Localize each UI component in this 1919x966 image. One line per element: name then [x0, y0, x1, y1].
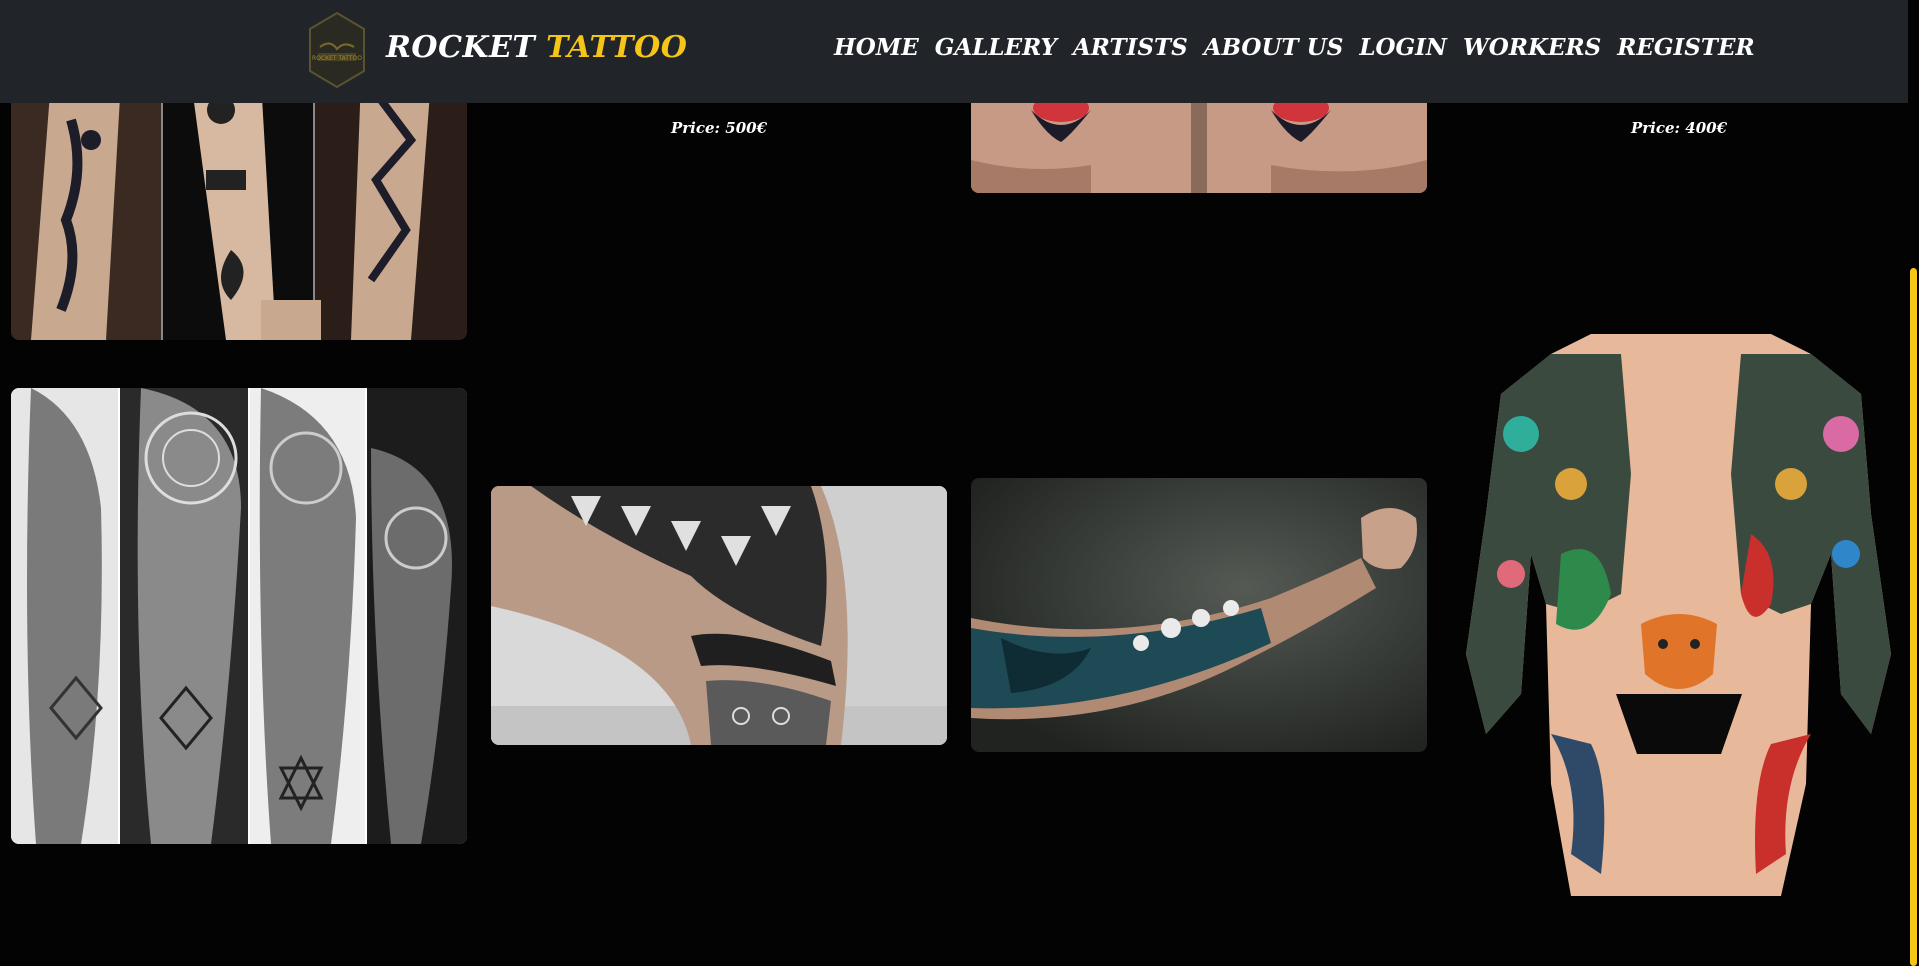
gallery-image-card[interactable]: [11, 80, 467, 340]
svg-text:ROCKET TATTOO: ROCKET TATTOO: [312, 55, 362, 62]
nav-about-us[interactable]: ABOUT US: [1204, 34, 1344, 61]
nav-login[interactable]: LOGIN: [1359, 34, 1447, 61]
price-label: Price: 500€: [670, 119, 768, 137]
nav-workers[interactable]: WORKERS: [1463, 34, 1601, 61]
old-school-forearm-tattoos-image: [11, 80, 467, 340]
gallery-image-card[interactable]: [1451, 334, 1907, 896]
gallery-image-card[interactable]: [971, 478, 1427, 752]
scrollbar-thumb[interactable]: [1910, 268, 1917, 966]
brand-name-rocket: ROCKET: [386, 30, 536, 65]
japanese-bodysuit-tattoo-image: [1451, 334, 1907, 896]
japanese-arm-sleeve-tattoo-image: [971, 478, 1427, 752]
logo-icon[interactable]: ROCKET TATTOO: [308, 11, 366, 89]
brand-name-tattoo: TATTOO: [546, 30, 688, 65]
nav-home[interactable]: HOME: [834, 34, 919, 61]
nav-register[interactable]: REGISTER: [1617, 34, 1754, 61]
navbar: ROCKET TATTOO ROCKET TATTOO HOME GALLERY…: [0, 0, 1908, 103]
nav-gallery[interactable]: GALLERY: [935, 34, 1057, 61]
main-nav: HOME GALLERY ARTISTS ABOUT US LOGIN WORK…: [834, 34, 1755, 61]
gallery-image-card[interactable]: [491, 486, 947, 745]
nav-artists[interactable]: ARTISTS: [1073, 34, 1188, 61]
price-label: Price: 400€: [1630, 119, 1728, 137]
brand-title[interactable]: ROCKET TATTOO: [386, 30, 687, 65]
geometric-leg-tattoo-image: [491, 486, 947, 745]
mandala-sleeve-tattoos-image: [11, 388, 467, 844]
gallery-image-card[interactable]: [11, 388, 467, 844]
